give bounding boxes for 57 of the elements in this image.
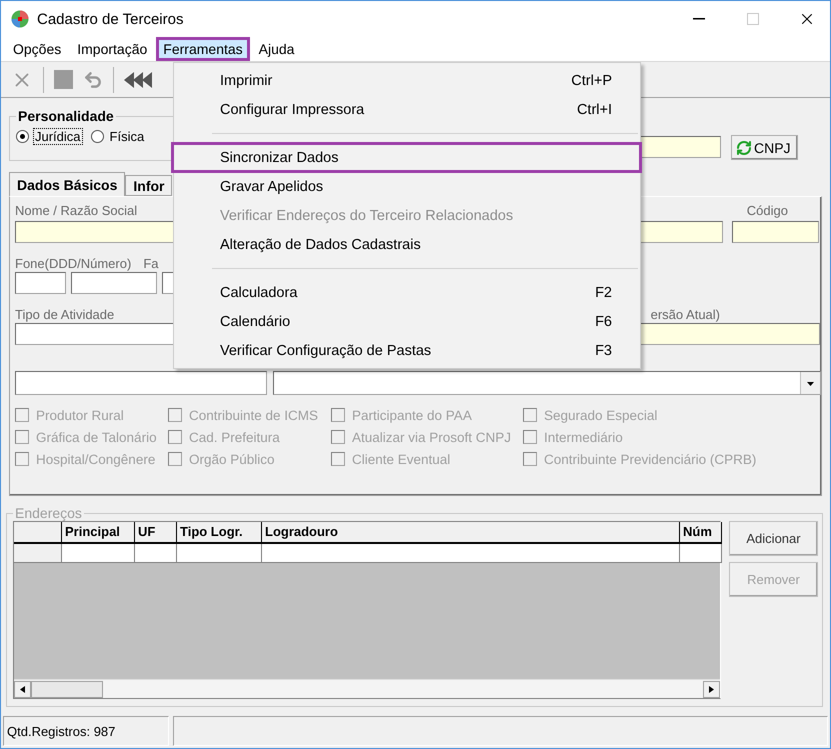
scrollbar-thumb[interactable] bbox=[31, 680, 103, 698]
column-header[interactable]: Núm bbox=[680, 522, 722, 544]
scroll-right-button[interactable] bbox=[703, 680, 720, 698]
field-label: Fone(DDD/Número) bbox=[15, 256, 132, 272]
menu-item[interactable]: Imprimir Ctrl+P bbox=[176, 66, 638, 95]
cnpj-button[interactable]: CNPJ bbox=[731, 135, 798, 160]
menu-item[interactable]: Verificar Configuração de Pastas F3 bbox=[176, 336, 638, 365]
table-cell[interactable] bbox=[62, 544, 135, 564]
field-label: Nome / Razão Social bbox=[15, 203, 138, 218]
table-cell[interactable] bbox=[680, 544, 722, 564]
left-arrow-icon[interactable] bbox=[19, 686, 26, 693]
menu-bar-item[interactable]: Opções bbox=[6, 37, 68, 62]
area-code-field[interactable] bbox=[15, 272, 66, 294]
column-header[interactable]: Principal bbox=[62, 522, 135, 544]
menu-bar-item[interactable]: Ferramentas bbox=[156, 37, 250, 62]
minimize-icon[interactable] bbox=[693, 18, 705, 20]
input-field[interactable] bbox=[15, 371, 267, 396]
menu-item[interactable]: Sincronizar Dados bbox=[172, 143, 641, 172]
menu-item[interactable]: Calendário F6 bbox=[176, 307, 638, 336]
phone-field[interactable] bbox=[71, 272, 157, 294]
table-cell[interactable] bbox=[177, 544, 262, 564]
group-title: Endereços bbox=[14, 505, 83, 522]
menu-item[interactable]: Configurar Impressora Ctrl+I bbox=[176, 95, 638, 124]
field-label: Fa bbox=[143, 256, 158, 272]
undo-icon[interactable] bbox=[83, 70, 103, 90]
menu-bar-item[interactable]: Importação bbox=[70, 37, 154, 62]
app-icon bbox=[11, 10, 29, 28]
tab[interactable]: Infor bbox=[125, 175, 172, 196]
group-title: Personalidade bbox=[17, 108, 115, 124]
field-label: ersão Atual) bbox=[650, 307, 720, 322]
dropdown-arrow-icon[interactable] bbox=[807, 380, 814, 387]
right-arrow-icon[interactable] bbox=[708, 686, 715, 693]
corner-header bbox=[14, 522, 62, 544]
menu-item[interactable]: Alteração de Dados Cadastrais bbox=[176, 230, 638, 259]
column-header[interactable]: Logradouro bbox=[262, 522, 680, 544]
table-cell[interactable] bbox=[262, 544, 680, 564]
rewind-icon[interactable] bbox=[124, 70, 152, 89]
table-cell[interactable] bbox=[135, 544, 177, 564]
stop-icon[interactable] bbox=[54, 70, 73, 90]
record-count: Qtd.Registros: 987 bbox=[3, 716, 169, 746]
horizontal-scrollbar[interactable] bbox=[14, 679, 720, 698]
menu-item[interactable]: Calculadora F2 bbox=[176, 278, 638, 307]
window-title: Cadastro de Terceiros bbox=[37, 10, 184, 28]
menu-bar-item[interactable]: Ajuda bbox=[252, 37, 302, 62]
refresh-icon[interactable] bbox=[736, 140, 752, 156]
field-label: Tipo de Atividade bbox=[15, 307, 114, 322]
code-field[interactable] bbox=[732, 221, 819, 244]
row-header[interactable] bbox=[14, 544, 62, 564]
tab[interactable]: Dados Básicos bbox=[9, 172, 126, 196]
column-header[interactable]: Tipo Logr. bbox=[177, 522, 262, 544]
column-header[interactable]: UF bbox=[135, 522, 177, 544]
scroll-left-button[interactable] bbox=[14, 680, 31, 698]
field-label: Código bbox=[746, 203, 788, 218]
dropdown[interactable] bbox=[273, 371, 821, 396]
menu-item[interactable]: Gravar Apelidos bbox=[176, 172, 638, 201]
radio-option[interactable]: Física bbox=[90, 128, 146, 146]
action-button[interactable]: Adicionar bbox=[729, 521, 818, 556]
